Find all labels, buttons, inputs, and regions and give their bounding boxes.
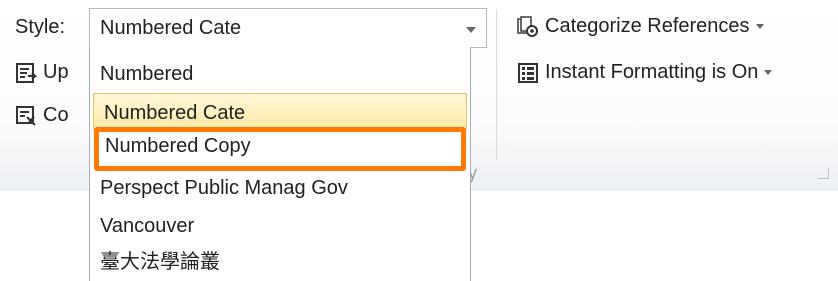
dropdown-item[interactable]: 臺大法學論叢 [90, 243, 470, 281]
style-label: Style: [15, 16, 66, 38]
dropdown-item-selected[interactable]: Numbered Cate [93, 93, 467, 131]
style-selected-value: Numbered Cate [100, 17, 242, 39]
chevron-down-icon [764, 70, 773, 76]
update-button-label: Up [43, 61, 69, 83]
instant-formatting-icon [518, 63, 538, 83]
style-dropdown-list: Numbered Numbered Cate Numbered Copy Per… [89, 47, 471, 281]
dropdown-item[interactable]: Numbered [90, 55, 470, 93]
convert-citations-icon [16, 106, 36, 126]
dropdown-item[interactable]: Vancouver [90, 207, 470, 245]
categorize-references-label: Categorize References [545, 15, 750, 37]
chevron-down-icon [755, 24, 764, 30]
dropdown-item-highlighted[interactable]: Numbered Copy [94, 127, 466, 171]
convert-button-label: Co [43, 104, 69, 126]
dialog-launcher-icon[interactable] [818, 168, 829, 179]
dropdown-item[interactable]: Perspect Public Manag Gov [90, 169, 470, 207]
style-combobox[interactable]: Numbered Cate [89, 8, 487, 48]
categorize-references-icon [517, 16, 538, 37]
update-citations-icon [16, 63, 37, 83]
chevron-down-icon[interactable] [466, 27, 476, 33]
group-separator [496, 10, 497, 160]
instant-formatting-label: Instant Formatting is On [545, 61, 759, 83]
